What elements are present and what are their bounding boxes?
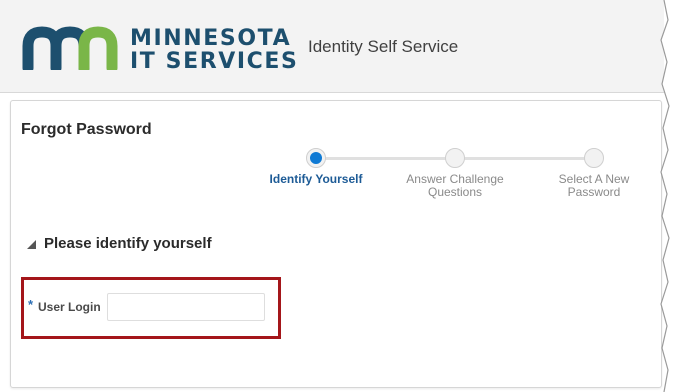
user-login-input[interactable]	[107, 293, 265, 321]
app-title: Identity Self Service	[308, 37, 459, 56]
train-step-1-indicator	[306, 148, 326, 168]
train-step-3-label: Select A New Password	[558, 172, 630, 199]
app-header: MINNESOTA IT SERVICES Identity Self Serv…	[0, 0, 664, 93]
page-title: Forgot Password	[21, 121, 152, 138]
forgot-password-panel: Forgot Password Identify Yourself Answer…	[10, 100, 662, 388]
train-step-3-indicator	[584, 148, 604, 168]
train-step-2-indicator	[445, 148, 465, 168]
train-step-2-label: Answer Challenge Questions	[406, 172, 504, 199]
torn-edge	[660, 0, 678, 392]
required-indicator: *	[28, 297, 34, 312]
section-title: Please identify yourself	[44, 235, 212, 252]
section-header[interactable]: Please identify yourself	[27, 235, 212, 252]
brand-line-2: IT SERVICES	[130, 49, 299, 74]
user-login-label: User Login	[38, 300, 101, 314]
train-step-1-label: Identify Yourself	[269, 172, 363, 186]
brand-line-1: MINNESOTA	[130, 26, 292, 51]
collapse-triangle-icon[interactable]	[27, 240, 36, 249]
minnesota-logo	[22, 26, 118, 70]
